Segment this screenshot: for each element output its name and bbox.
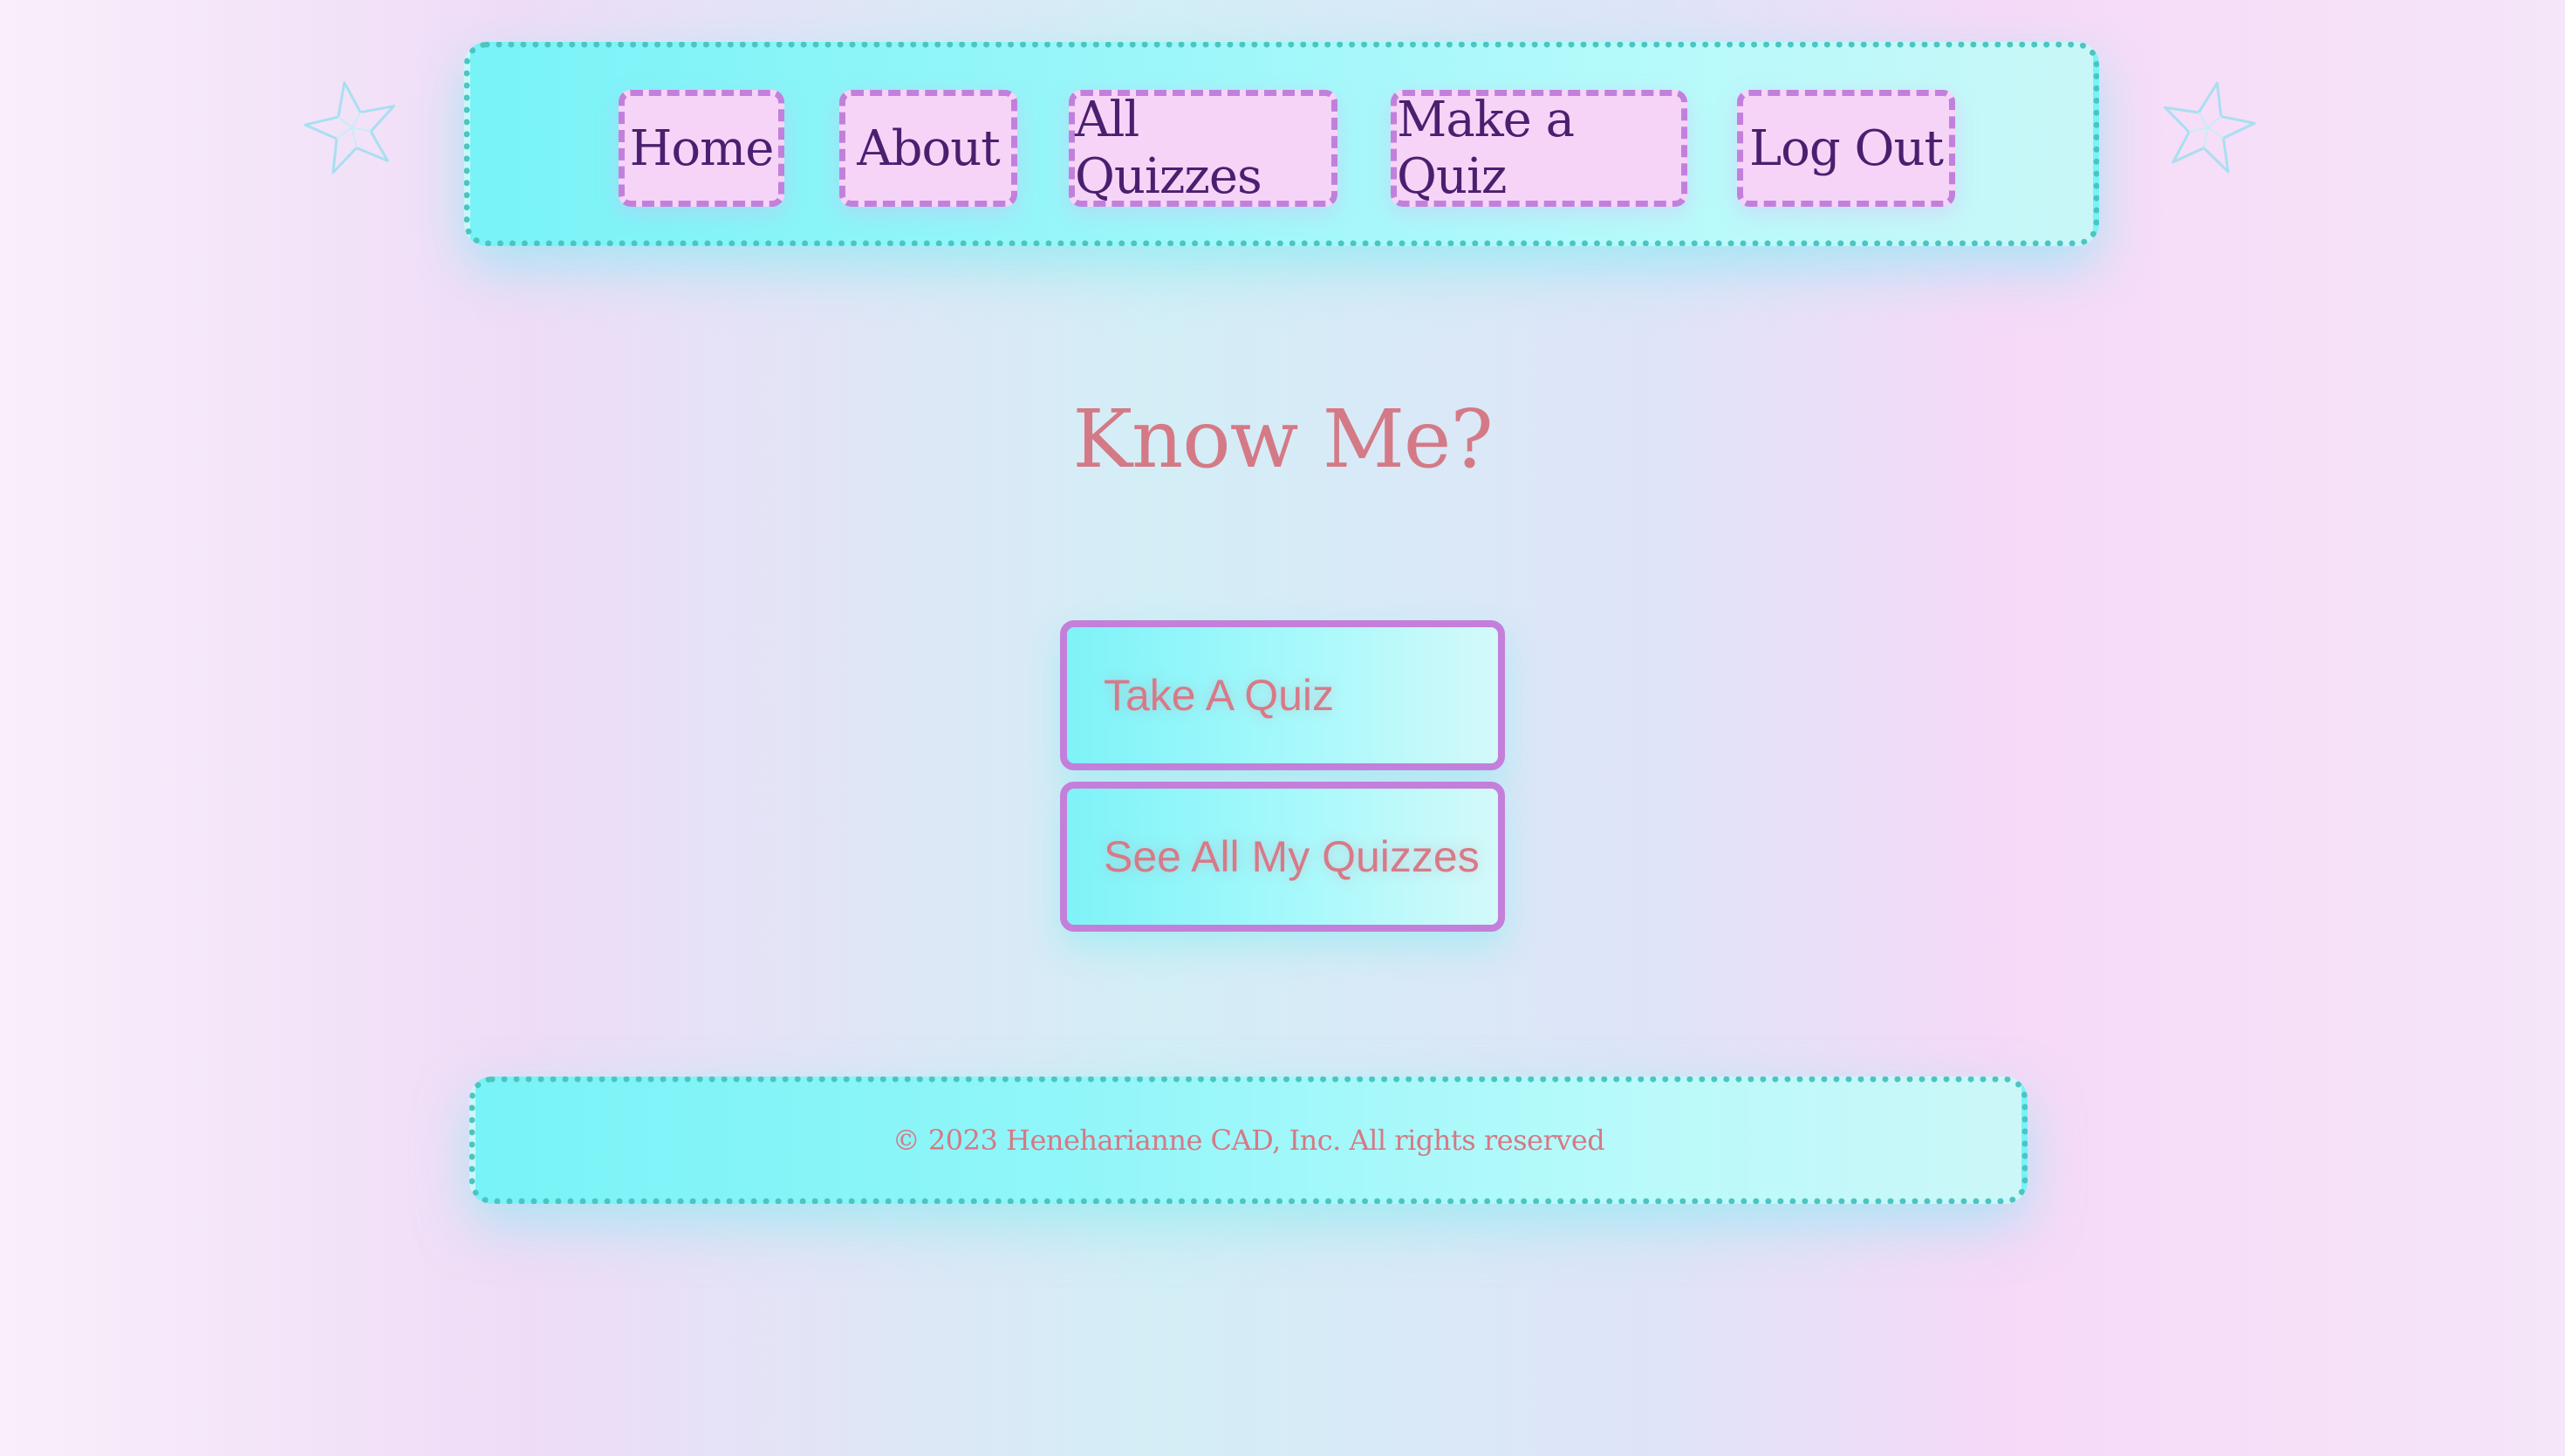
- see-all-my-quizzes-button[interactable]: See All My Quizzes: [1060, 782, 1505, 932]
- navigation-bar: Home About All Quizzes Make a Quiz Log O…: [464, 42, 2099, 246]
- copyright-text: © 2023 Heneharianne CAD, Inc. All rights…: [892, 1124, 1605, 1157]
- nav-all-quizzes-link[interactable]: All Quizzes: [1069, 90, 1337, 207]
- nav-log-out-link[interactable]: Log Out: [1737, 90, 1955, 207]
- nav-about-link[interactable]: About: [839, 90, 1017, 207]
- take-quiz-button[interactable]: Take A Quiz: [1060, 620, 1505, 770]
- page-title: Know Me?: [1072, 393, 1493, 486]
- star-icon: [2164, 81, 2256, 174]
- nav-home-link[interactable]: Home: [619, 90, 784, 207]
- star-icon: [304, 81, 396, 174]
- footer: © 2023 Heneharianne CAD, Inc. All rights…: [469, 1077, 2028, 1204]
- nav-make-quiz-link[interactable]: Make a Quiz: [1391, 90, 1687, 207]
